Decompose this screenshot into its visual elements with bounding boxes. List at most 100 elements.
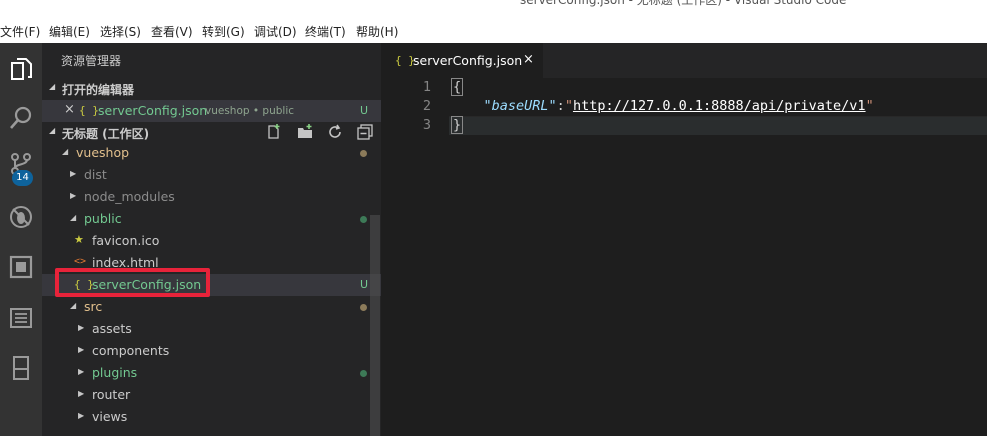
line-number: 2 xyxy=(422,98,431,114)
code-url-link[interactable]: http://127.0.0.1:8888/api/private/v1 xyxy=(573,98,866,114)
workspace-header[interactable]: ◢ 无标题 (工作区) xyxy=(42,122,381,144)
star-icon: ★ xyxy=(74,233,84,246)
code-line: "baseURL":"http://127.0.0.1:8888/api/pri… xyxy=(451,98,874,114)
menu-debug[interactable]: 调试(D) xyxy=(254,23,297,40)
modified-dot xyxy=(360,150,367,157)
chevron-down-icon: ◢ xyxy=(70,301,77,310)
workspace-actions xyxy=(256,124,373,143)
tree-folder-vueshop[interactable]: ◢ vueshop xyxy=(42,142,381,164)
close-icon[interactable]: × xyxy=(523,52,534,67)
title-bar: serverConfig.json - 无标题 (工作区) - Visual S… xyxy=(0,0,987,20)
chevron-down-icon: ◢ xyxy=(62,147,69,156)
code-quote: " xyxy=(865,98,874,114)
chevron-right-icon: ▶ xyxy=(70,169,77,178)
modified-dot xyxy=(360,304,367,311)
chevron-down-icon: ◢ xyxy=(70,213,77,222)
json-file-icon: { } xyxy=(79,104,99,117)
open-editors-label: 打开的编辑器 xyxy=(62,83,135,97)
explorer-sidebar: 资源管理器 ◢ 打开的编辑器 × { } serverConfig.json v… xyxy=(42,43,381,436)
debug-icon[interactable] xyxy=(3,199,39,235)
tree-label: plugins xyxy=(92,365,138,380)
window-title: serverConfig.json - 无标题 (工作区) - Visual S… xyxy=(520,0,847,7)
tree-label: assets xyxy=(92,321,132,336)
code-key: "baseURL" xyxy=(483,98,557,114)
current-line-highlight xyxy=(449,116,987,135)
tree-folder-plugins[interactable]: ▶ plugins xyxy=(42,362,381,384)
open-editor-item[interactable]: × { } serverConfig.json vueshop • public… xyxy=(42,100,381,122)
tree-folder-src[interactable]: ◢ src xyxy=(42,296,381,318)
menu-help[interactable]: 帮助(H) xyxy=(356,23,398,40)
menu-go[interactable]: 转到(G) xyxy=(202,23,245,40)
tree-label: node_modules xyxy=(84,189,175,204)
extensions-icon[interactable] xyxy=(3,249,39,285)
chevron-right-icon: ▶ xyxy=(78,367,85,376)
chevron-right-icon: ▶ xyxy=(70,191,77,200)
editor-area: { } serverConfig.json × 1 2 3 { "baseURL… xyxy=(381,43,987,436)
vscode-window: serverConfig.json - 无标题 (工作区) - Visual S… xyxy=(0,0,987,436)
close-icon[interactable]: × xyxy=(64,102,75,117)
search-icon[interactable] xyxy=(3,100,39,136)
tab-serverconfig[interactable]: { } serverConfig.json × xyxy=(381,43,543,78)
refresh-icon[interactable] xyxy=(327,124,343,140)
menu-terminal[interactable]: 终端(T) xyxy=(305,23,346,40)
menu-selection[interactable]: 选择(S) xyxy=(100,23,141,40)
json-file-icon: { } xyxy=(395,54,415,67)
chevron-down-icon: ◢ xyxy=(49,82,56,91)
sidebar-scrollbar[interactable] xyxy=(370,215,380,436)
tree-file-favicon[interactable]: ★ favicon.ico xyxy=(42,230,381,252)
open-editors-header[interactable]: ◢ 打开的编辑器 xyxy=(42,78,381,100)
tree-label: src xyxy=(84,299,103,314)
line-number: 1 xyxy=(422,79,431,95)
collapse-all-icon[interactable] xyxy=(357,124,373,140)
tree-label: vueshop xyxy=(76,145,130,160)
workspace-label: 无标题 (工作区) xyxy=(62,127,150,141)
tree-label: public xyxy=(84,211,122,226)
untracked-status: U xyxy=(360,278,369,291)
tree-folder-router[interactable]: ▶ router xyxy=(42,384,381,406)
menu-file[interactable]: 文件(F) xyxy=(0,23,40,40)
tree-folder-node-modules[interactable]: ▶ node_modules xyxy=(42,186,381,208)
tree-folder-assets[interactable]: ▶ assets xyxy=(42,318,381,340)
tree-folder-components[interactable]: ▶ components xyxy=(42,340,381,362)
activity-bar: 14 xyxy=(0,43,42,436)
tree-label: favicon.ico xyxy=(92,233,160,248)
html-file-icon: <> xyxy=(74,256,87,267)
explorer-icon[interactable] xyxy=(3,51,39,87)
new-file-icon[interactable] xyxy=(266,124,282,140)
tree-folder-dist[interactable]: ▶ dist xyxy=(42,164,381,186)
list-panel-icon[interactable] xyxy=(3,300,39,336)
scm-count-badge: 14 xyxy=(12,170,33,186)
new-folder-icon[interactable] xyxy=(297,124,313,140)
code-editor[interactable]: 1 2 3 { "baseURL":"http://127.0.0.1:8888… xyxy=(381,78,987,436)
code-brace: { xyxy=(451,78,464,96)
code-brace: } xyxy=(451,116,464,134)
chevron-right-icon: ▶ xyxy=(78,389,85,398)
untracked-status: U xyxy=(360,104,369,117)
open-editor-filename: serverConfig.json xyxy=(98,103,208,118)
explorer-title: 资源管理器 xyxy=(61,54,122,68)
untracked-dot xyxy=(360,216,367,223)
menu-bar: 文件(F) 编辑(E) 选择(S) 查看(V) 转到(G) 调试(D) 终端(T… xyxy=(0,20,987,43)
chevron-right-icon: ▶ xyxy=(78,345,85,354)
editor-tab-bar: { } serverConfig.json × xyxy=(381,43,987,78)
chevron-right-icon: ▶ xyxy=(78,323,85,332)
code-line: { xyxy=(451,78,464,96)
open-editor-path: vueshop • public xyxy=(205,105,295,117)
code-quote: " xyxy=(564,98,573,114)
tree-folder-views[interactable]: ▶ views xyxy=(42,406,381,428)
tree-folder-public[interactable]: ◢ public xyxy=(42,208,381,230)
code-line: } xyxy=(451,116,464,134)
chevron-down-icon: ◢ xyxy=(49,126,56,135)
tab-label: serverConfig.json xyxy=(413,53,523,68)
tree-label: router xyxy=(92,387,131,402)
remote-explorer-icon[interactable] xyxy=(3,350,39,386)
menu-view[interactable]: 查看(V) xyxy=(151,23,193,40)
tree-label: dist xyxy=(84,167,107,182)
code-separator: : xyxy=(556,98,565,114)
annotation-highlight-box xyxy=(55,268,210,297)
untracked-dot xyxy=(360,370,367,377)
menu-edit[interactable]: 编辑(E) xyxy=(49,23,90,40)
chevron-right-icon: ▶ xyxy=(78,411,85,420)
line-number: 3 xyxy=(422,117,431,133)
